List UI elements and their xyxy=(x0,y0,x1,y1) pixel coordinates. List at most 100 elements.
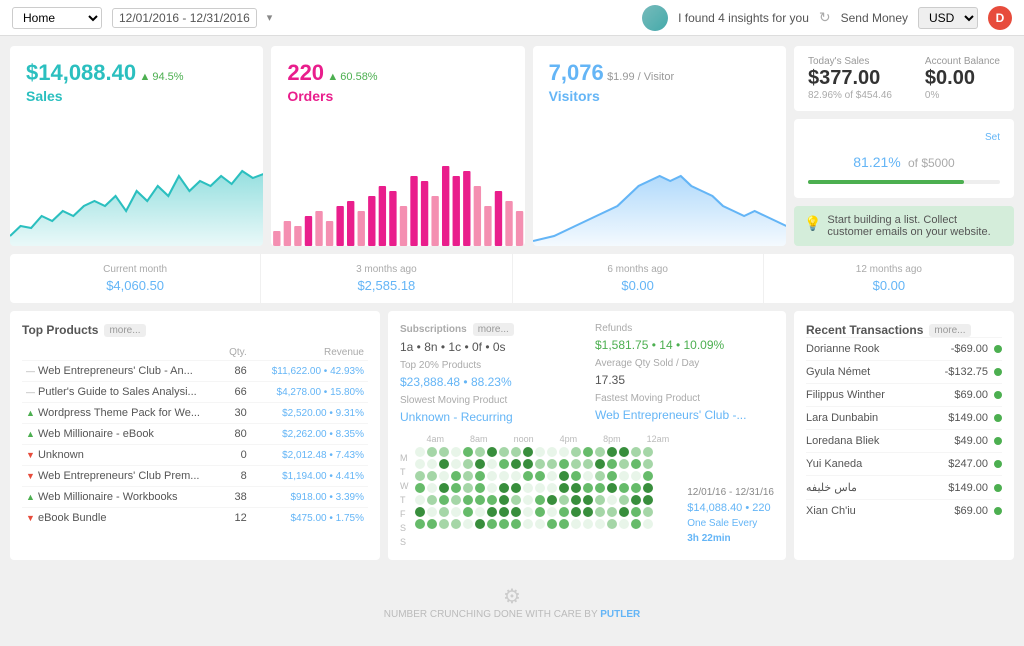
heatmap-hour-label: 12am xyxy=(647,434,670,444)
period-12months-value: $0.00 xyxy=(774,278,1004,293)
heatmap-day-label: T xyxy=(400,494,409,506)
subscriptions-label: Subscriptions more... xyxy=(400,323,579,336)
heatmap-cell xyxy=(487,459,497,469)
send-money-button[interactable]: Send Money xyxy=(841,11,908,25)
home-select[interactable]: Home xyxy=(12,7,102,29)
product-qty: 12 xyxy=(221,508,251,529)
transaction-row: Yui Kaneda $247.00 xyxy=(806,452,1002,475)
heatmap-cell xyxy=(427,519,437,529)
currency-select[interactable]: USD xyxy=(918,7,978,29)
trend-icon: ▼ xyxy=(26,471,35,481)
avg-qty-label: Average Qty Sold / Day xyxy=(595,358,774,369)
table-row: ▼ Unknown 0 $2,012.48 • 7.43% xyxy=(22,445,368,466)
heatmap-hour-label: 4am xyxy=(427,434,445,444)
heatmap-cell xyxy=(643,459,653,469)
orders-chart xyxy=(271,156,524,246)
product-name: ▲ Wordpress Theme Pack for We... xyxy=(22,403,221,424)
heatmap-cell xyxy=(499,495,509,505)
heatmap-cell xyxy=(559,483,569,493)
txn-status-dot xyxy=(994,345,1002,353)
account-balance-section: Account Balance $0.00 0% xyxy=(925,56,1000,101)
transaction-row: ماس خليفه $149.00 xyxy=(806,475,1002,499)
orders-value: 220 xyxy=(287,60,324,85)
fastest-label: Fastest Moving Product xyxy=(595,393,774,404)
insights-text[interactable]: I found 4 insights for you xyxy=(678,11,809,25)
heatmap-cell xyxy=(643,519,653,529)
heatmap-cell xyxy=(619,483,629,493)
txn-status-dot xyxy=(994,368,1002,376)
visitors-label: Visitors xyxy=(549,88,770,104)
heatmap-cell xyxy=(487,495,497,505)
trend-icon: — xyxy=(26,366,35,376)
heatmap-cell xyxy=(427,447,437,457)
transaction-row: Xian Ch'iu $69.00 xyxy=(806,499,1002,522)
heatmap-row xyxy=(415,519,682,529)
mini-stats-row: Today's Sales $377.00 82.96% of $454.46 … xyxy=(808,56,1000,101)
heatmap-hour-label: 8am xyxy=(470,434,488,444)
heatmap-cell xyxy=(511,483,521,493)
product-revenue: $1,194.00 • 4.41% xyxy=(251,466,368,487)
heatmap-cell xyxy=(427,471,437,481)
txn-amount: $247.00 xyxy=(948,458,988,470)
heatmap-row xyxy=(415,495,682,505)
heatmap-cell xyxy=(583,447,593,457)
user-menu-button[interactable]: D xyxy=(988,6,1012,30)
heatmap-cell xyxy=(619,459,629,469)
heatmap-cell xyxy=(583,471,593,481)
period-3months: 3 months ago $2,585.18 xyxy=(261,254,512,303)
avg-qty-section: Average Qty Sold / Day 17.35 xyxy=(595,358,774,387)
top-row: $14,088.40 ▲ 94.5% Sales xyxy=(10,46,1014,246)
account-balance-label: Account Balance xyxy=(925,56,1000,67)
footer-icon: ⚙ xyxy=(14,584,1010,609)
heatmap-cell xyxy=(451,507,461,517)
heatmap-cell xyxy=(415,495,425,505)
heatmap-cell xyxy=(415,447,425,457)
period-12months-label: 12 months ago xyxy=(774,264,1004,275)
middle-card: Subscriptions more... 1a • 8n • 1c • 0f … xyxy=(388,311,786,560)
heatmap-hours: 4am8amnoon4pm8pm12am xyxy=(415,434,682,444)
fastest-value: Web Entrepreneurs' Club -... xyxy=(595,408,774,422)
date-chevron-icon[interactable]: ▾ xyxy=(267,11,273,24)
product-qty: 86 xyxy=(221,361,251,382)
right-cards: Today's Sales $377.00 82.96% of $454.46 … xyxy=(794,46,1014,246)
heatmap-cell xyxy=(535,519,545,529)
table-row: ▲ Wordpress Theme Pack for We... 30 $2,5… xyxy=(22,403,368,424)
heatmap-row xyxy=(415,471,682,481)
trend-icon: ▲ xyxy=(26,429,35,439)
heatmap-cell xyxy=(535,459,545,469)
period-3months-value: $2,585.18 xyxy=(271,278,501,293)
heatmap-cell xyxy=(535,495,545,505)
heatmap-cell xyxy=(439,459,449,469)
heatmap-cell xyxy=(511,507,521,517)
fastest-section: Fastest Moving Product Web Entrepreneurs… xyxy=(595,393,774,422)
period-6months-label: 6 months ago xyxy=(523,264,753,275)
heatmap-cell xyxy=(439,519,449,529)
subscriptions-more-button[interactable]: more... xyxy=(473,323,514,336)
product-qty: 66 xyxy=(221,382,251,403)
txn-right: -$69.00 xyxy=(951,343,1002,355)
heatmap-cell xyxy=(451,519,461,529)
txn-name: Loredana Bliek xyxy=(806,435,879,447)
period-6months: 6 months ago $0.00 xyxy=(513,254,764,303)
transaction-row: Gyula Német -$132.75 xyxy=(806,360,1002,383)
heatmap-cell xyxy=(583,507,593,517)
products-more-button[interactable]: more... xyxy=(104,324,145,337)
transactions-more-button[interactable]: more... xyxy=(929,324,970,337)
heatmap-cell xyxy=(571,459,581,469)
heatmap-day-label: M xyxy=(400,452,409,464)
refresh-icon[interactable]: ↻ xyxy=(819,9,831,26)
orders-card: 220 ▲ 60.58% Orders xyxy=(271,46,524,246)
heatmap-cell xyxy=(523,471,533,481)
heatmap-row xyxy=(415,483,682,493)
heatmap-date: 12/01/16 - 12/31/16 xyxy=(687,487,774,498)
visitors-value: 7,076 xyxy=(549,60,604,85)
txn-name: Dorianne Rook xyxy=(806,343,879,355)
trend-icon: ▼ xyxy=(26,513,35,523)
goal-set-button[interactable]: Set xyxy=(985,132,1000,143)
txn-status-dot xyxy=(994,414,1002,422)
products-table: Qty. Revenue — Web Entrepreneurs' Club -… xyxy=(22,345,368,528)
heatmap-row xyxy=(415,507,682,517)
heatmap-cell xyxy=(559,507,569,517)
heatmap-cell xyxy=(631,495,641,505)
period-12months: 12 months ago $0.00 xyxy=(764,254,1014,303)
